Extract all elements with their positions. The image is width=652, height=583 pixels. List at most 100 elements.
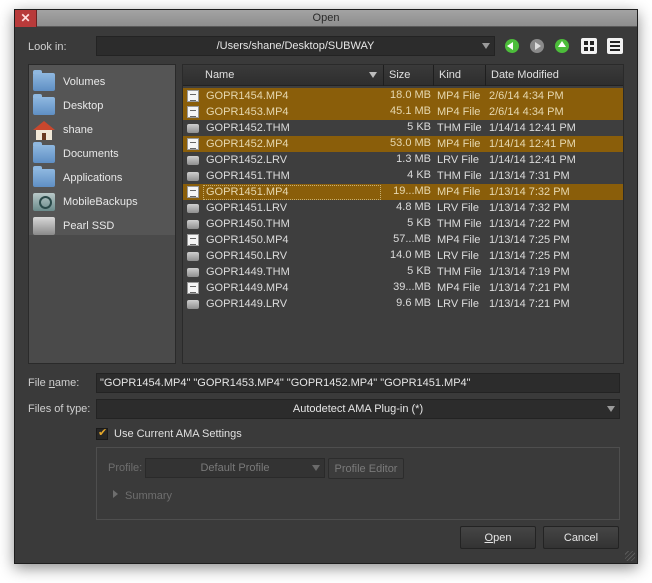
back-arrow-icon[interactable] [505, 39, 519, 53]
ama-profile-group: Profile: Default Profile Profile Editor … [96, 447, 620, 520]
cancel-button[interactable]: Cancel [543, 526, 619, 549]
folder-icon [33, 94, 55, 115]
file-name-cell: GOPR1449.MP4 [206, 282, 289, 294]
generic-file-icon [187, 204, 199, 213]
file-date-cell: 1/13/14 7:32 PM [489, 202, 570, 214]
document-file-icon [187, 186, 199, 198]
sidebar-item-label: shane [63, 124, 93, 136]
table-row[interactable]: GOPR1452.THM 5 KB THM File 1/14/14 12:41 PM [183, 120, 623, 136]
icon-view-icon[interactable] [581, 38, 597, 54]
column-header-size[interactable]: Size [384, 65, 434, 86]
look-in-combo[interactable]: /Users/shane/Desktop/SUBWAY [96, 36, 495, 56]
profile-editor-button[interactable]: Profile Editor [328, 458, 404, 479]
file-kind-cell: LRV File [437, 202, 479, 214]
table-row[interactable]: GOPR1453.MP4 45.1 MB MP4 File 2/6/14 4:34 P… [183, 104, 623, 120]
table-row[interactable]: GOPR1454.MP4 18.0 MB MP4 File 2/6/14 4:34 P… [183, 88, 623, 104]
sidebar-item-mobilebackups[interactable]: MobileBackups [29, 190, 175, 214]
document-file-icon [187, 234, 199, 246]
file-date-cell: 1/14/14 12:41 PM [489, 138, 576, 150]
list-view-icon[interactable] [607, 38, 623, 54]
table-row[interactable]: GOPR1451.LRV 4.8 MB LRV File 1/13/14 7:32 P… [183, 200, 623, 216]
file-kind-cell: MP4 File [437, 138, 481, 150]
file-name-label: File name: [28, 377, 80, 389]
drive-icon [33, 217, 55, 235]
sidebar-item-applications[interactable]: Applications [29, 166, 175, 190]
close-button[interactable]: ✕ [15, 10, 37, 27]
open-button[interactable]: Open [460, 526, 536, 549]
file-size-cell: 57...MB [393, 233, 431, 245]
generic-file-icon [187, 252, 199, 261]
file-name-cell: GOPR1454.MP4 [206, 90, 289, 102]
file-date-cell: 1/13/14 7:19 PM [489, 266, 570, 278]
table-row[interactable]: GOPR1452.MP4 53.0 MB MP4 File 1/14/14 12:41… [183, 136, 623, 152]
file-name-cell: GOPR1452.THM [206, 122, 290, 134]
file-date-cell: 1/14/14 12:41 PM [489, 122, 576, 134]
document-file-icon [187, 282, 199, 294]
file-name-cell: GOPR1450.LRV [206, 250, 288, 262]
sidebar-item-label: Applications [63, 172, 123, 184]
file-kind-cell: MP4 File [437, 186, 481, 198]
file-kind-cell: THM File [437, 122, 482, 134]
summary-label[interactable]: Summary [125, 490, 172, 502]
table-row[interactable]: GOPR1450.THM 5 KB THM File 1/13/14 7:22 PM [183, 216, 623, 232]
file-kind-cell: MP4 File [437, 234, 481, 246]
table-row[interactable]: GOPR1450.LRV 14.0 MB LRV File 1/13/14 7:25 … [183, 248, 623, 264]
folder-icon [33, 70, 55, 91]
file-date-cell: 1/13/14 7:31 PM [489, 170, 570, 182]
chevron-down-icon [482, 43, 490, 49]
file-date-cell: 1/14/14 12:41 PM [489, 154, 576, 166]
chevron-down-icon [312, 465, 320, 471]
sidebar-item-desktop[interactable]: Desktop [29, 94, 175, 118]
files-of-type-combo[interactable]: Autodetect AMA Plug-in (*) [96, 399, 620, 419]
generic-file-icon [187, 300, 199, 309]
table-row[interactable]: GOPR1449.MP4 39...MB MP4 File 1/13/14 7:21 … [183, 280, 623, 296]
file-date-cell: 1/13/14 7:25 PM [489, 234, 570, 246]
file-name-cell: GOPR1450.MP4 [206, 234, 289, 246]
resize-grip-icon[interactable] [625, 551, 635, 561]
use-current-ama-settings-label: Use Current AMA Settings [114, 428, 242, 440]
sidebar-item-shane[interactable]: shane [29, 118, 175, 142]
time-machine-drive-icon [33, 193, 55, 211]
file-kind-cell: LRV File [437, 154, 479, 166]
file-date-cell: 1/13/14 7:32 PM [489, 186, 570, 198]
file-kind-cell: MP4 File [437, 282, 481, 294]
table-row[interactable]: GOPR1450.MP4 57...MB MP4 File 1/13/14 7:25 … [183, 232, 623, 248]
sidebar-item-label: Desktop [63, 100, 104, 112]
sidebar-item-label: Pearl SSD [63, 220, 115, 232]
file-name-cell: GOPR1452.MP4 [206, 138, 289, 150]
sidebar-item-label: Volumes [63, 76, 106, 88]
title-bar: ✕ Open [15, 10, 637, 27]
close-icon: ✕ [20, 11, 31, 25]
file-date-cell: 1/13/14 7:25 PM [489, 250, 570, 262]
generic-file-icon [187, 124, 199, 133]
file-date-cell: 2/6/14 4:34 PM [489, 90, 564, 102]
look-in-label: Look in: [28, 41, 67, 53]
table-row[interactable]: GOPR1449.LRV 9.6 MB LRV File 1/13/14 7:21 P… [183, 296, 623, 312]
sidebar-item-volumes[interactable]: Volumes [29, 70, 175, 94]
file-name-cell: GOPR1451.LRV [206, 202, 288, 214]
sidebar-item-label: MobileBackups [63, 196, 138, 208]
column-header-date-modified[interactable]: Date Modified [486, 65, 623, 86]
generic-file-icon [187, 172, 199, 181]
column-header-name[interactable]: Name [183, 65, 384, 86]
table-row[interactable]: GOPR1451.MP4 19...MB MP4 File 1/13/14 7:32 … [183, 184, 623, 200]
disclosure-triangle-icon[interactable] [113, 490, 118, 498]
sidebar-item-documents[interactable]: Documents [29, 142, 175, 166]
profile-value: Default Profile [200, 462, 270, 474]
table-row[interactable]: GOPR1452.LRV 1.3 MB LRV File 1/14/14 12:41 … [183, 152, 623, 168]
profile-combo[interactable]: Default Profile [145, 458, 325, 478]
file-size-cell: 39...MB [393, 281, 431, 293]
forward-arrow-icon[interactable] [530, 39, 544, 53]
profile-label: Profile: [108, 462, 143, 474]
table-row[interactable]: GOPR1449.THM 5 KB THM File 1/13/14 7:19 PM [183, 264, 623, 280]
file-name-cell: GOPR1452.LRV [206, 154, 288, 166]
table-row[interactable]: GOPR1451.THM 4 KB THM File 1/13/14 7:31 PM [183, 168, 623, 184]
up-arrow-icon[interactable] [555, 39, 569, 53]
file-kind-cell: THM File [437, 170, 482, 182]
column-header-kind[interactable]: Kind [434, 65, 486, 86]
sidebar-item-pearl-ssd[interactable]: Pearl SSD [29, 214, 175, 238]
file-list-header: Name Size Kind Date Modified [183, 65, 623, 86]
file-date-cell: 1/13/14 7:22 PM [489, 218, 570, 230]
use-current-ama-settings-checkbox[interactable] [96, 426, 108, 440]
file-name-input[interactable]: "GOPR1454.MP4" "GOPR1453.MP4" "GOPR1452.… [96, 373, 620, 393]
